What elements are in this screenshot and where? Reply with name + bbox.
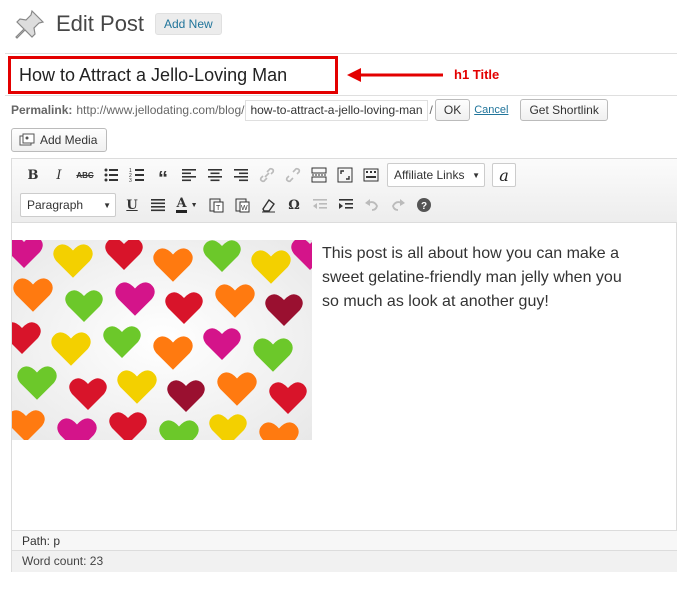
kitchen-sink-icon[interactable] bbox=[358, 163, 384, 187]
editor-path-bar: Path: p bbox=[12, 530, 677, 551]
outdent-icon[interactable] bbox=[307, 193, 333, 217]
special-character-icon[interactable]: Ω bbox=[281, 193, 307, 217]
numbered-list-icon[interactable]: 123 bbox=[124, 163, 150, 187]
help-icon[interactable]: ? bbox=[411, 193, 437, 217]
add-new-button[interactable]: Add New bbox=[155, 13, 222, 35]
paste-word-icon[interactable]: W bbox=[229, 193, 255, 217]
insert-more-icon[interactable] bbox=[306, 163, 332, 187]
svg-text:W: W bbox=[241, 205, 248, 212]
svg-text:3: 3 bbox=[129, 178, 132, 183]
add-media-label: Add Media bbox=[40, 133, 98, 147]
post-body-text[interactable]: This post is all about how you can make … bbox=[322, 242, 642, 314]
redo-icon[interactable] bbox=[385, 193, 411, 217]
indent-icon[interactable] bbox=[333, 193, 359, 217]
strikethrough-icon[interactable]: ABC bbox=[72, 163, 98, 187]
unlink-icon[interactable] bbox=[280, 163, 306, 187]
toolbar-row-2: Paragraph ▼ U A ▼ T W Ω ? bbox=[20, 192, 437, 218]
post-title-input[interactable]: How to Attract a Jello-Loving Man bbox=[8, 56, 338, 94]
italic-icon[interactable]: I bbox=[46, 163, 72, 187]
blockquote-icon[interactable]: “ bbox=[150, 163, 176, 189]
text-style-icon[interactable]: a bbox=[492, 163, 516, 187]
align-left-icon[interactable] bbox=[176, 163, 202, 187]
permalink-slug-input[interactable]: how-to-attract-a-jello-loving-man bbox=[245, 99, 428, 121]
jelly-hearts-image bbox=[12, 240, 312, 440]
permalink-cancel-link[interactable]: Cancel bbox=[474, 104, 508, 116]
permalink-row: Permalink: http://www.jellodating.com/bl… bbox=[11, 99, 608, 121]
toolbar-row-1: B I ABC 123 “ Affiliate Links ▼ a bbox=[20, 162, 516, 189]
affiliate-links-label: Affiliate Links bbox=[394, 168, 465, 182]
pushpin-icon bbox=[15, 9, 45, 39]
bullet-list-icon[interactable] bbox=[98, 163, 124, 187]
align-right-icon[interactable] bbox=[228, 163, 254, 187]
add-media-button[interactable]: Add Media bbox=[11, 128, 108, 152]
paragraph-format-select[interactable]: Paragraph ▼ bbox=[20, 193, 116, 217]
justify-icon[interactable] bbox=[145, 193, 171, 217]
svg-text:?: ? bbox=[421, 201, 427, 212]
get-shortlink-button[interactable]: Get Shortlink bbox=[520, 99, 608, 121]
text-color-icon[interactable]: A ▼ bbox=[171, 193, 203, 217]
underline-icon[interactable]: U bbox=[119, 193, 145, 217]
permalink-separator: / bbox=[429, 103, 433, 117]
link-icon[interactable] bbox=[254, 163, 280, 187]
paste-text-icon[interactable]: T bbox=[203, 193, 229, 217]
chevron-down-icon: ▼ bbox=[472, 170, 480, 180]
page-title: Edit Post bbox=[56, 11, 145, 36]
fullscreen-icon[interactable] bbox=[332, 163, 358, 187]
permalink-label: Permalink: bbox=[11, 103, 73, 117]
permalink-ok-button[interactable]: OK bbox=[434, 99, 471, 121]
affiliate-links-select[interactable]: Affiliate Links ▼ bbox=[387, 163, 485, 187]
media-icon bbox=[19, 133, 35, 146]
bold-icon[interactable]: B bbox=[20, 163, 46, 187]
undo-icon[interactable] bbox=[359, 193, 385, 217]
word-count: Word count: 23 bbox=[12, 551, 677, 572]
clear-formatting-icon[interactable] bbox=[255, 193, 281, 217]
permalink-base-url: http://www.jellodating.com/blog/ bbox=[76, 103, 245, 117]
annotation-arrow bbox=[347, 68, 443, 82]
align-center-icon[interactable] bbox=[202, 163, 228, 187]
svg-text:T: T bbox=[216, 205, 221, 212]
annotation-label: h1 Title bbox=[454, 67, 500, 82]
paragraph-format-value: Paragraph bbox=[27, 198, 84, 212]
chevron-down-icon: ▼ bbox=[103, 200, 111, 210]
